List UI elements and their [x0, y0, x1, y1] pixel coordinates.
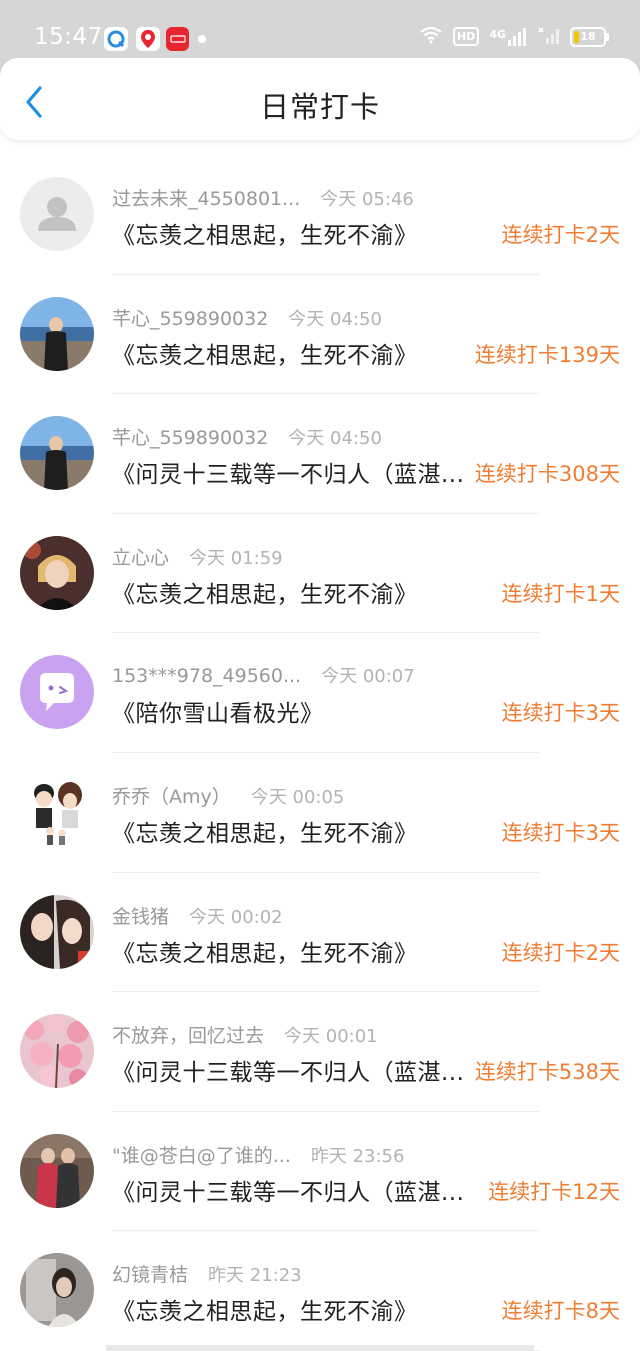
- streak-label: 连续打卡12天: [488, 1179, 620, 1204]
- list-item[interactable]: 过去未来_4550801... 今天 05:46 《忘羡之相思起，生死不渝》 连…: [0, 155, 640, 275]
- list-item[interactable]: "谁@苍白@了谁的... 昨天 23:56 《问灵十三载等一不归人（蓝湛... …: [0, 1112, 640, 1232]
- signal-weak-icon: [538, 26, 560, 47]
- map-app-icon: [136, 27, 160, 51]
- avatar: [20, 296, 94, 371]
- battery-level: 18: [580, 30, 596, 43]
- checkin-time: 今天 04:50: [288, 428, 382, 450]
- streak-label: 连续打卡3天: [501, 701, 620, 726]
- network-label: 4G: [489, 27, 506, 41]
- user-name[interactable]: 金钱猪: [112, 902, 169, 929]
- chat-bubble-icon: [40, 673, 74, 712]
- cartoon-couple: [34, 781, 82, 845]
- photo-mother-child: [20, 1133, 94, 1208]
- list-item[interactable]: 立心心 今天 01:59 《忘羡之相思起，生死不渝》 连续打卡1天: [0, 514, 640, 634]
- wifi-icon: [419, 26, 443, 47]
- photo-woman-portrait: [20, 535, 94, 610]
- book-title[interactable]: 《问灵十三载等一不归人（蓝湛...: [112, 1053, 472, 1087]
- streak-label: 连续打卡139天: [474, 342, 620, 367]
- item-meta: 芊心_559890032 今天 04:50: [112, 423, 382, 450]
- list-item[interactable]: 芊心_559890032 今天 04:50 《问灵十三载等一不归人（蓝湛... …: [0, 394, 640, 514]
- checkin-time: 今天 00:01: [284, 1026, 378, 1048]
- user-name[interactable]: 芊心_559890032: [112, 423, 268, 450]
- user-name[interactable]: 过去未来_4550801...: [112, 184, 300, 211]
- avatar: [20, 774, 94, 849]
- item-meta: 金钱猪 今天 00:02: [112, 902, 283, 929]
- item-meta: 过去未来_4550801... 今天 05:46: [112, 184, 414, 211]
- user-name[interactable]: 不放弃，回忆过去: [112, 1021, 264, 1048]
- book-title[interactable]: 《问灵十三载等一不归人（蓝湛...: [112, 455, 472, 489]
- checkin-time: 今天 01:59: [189, 547, 283, 569]
- book-title[interactable]: 《忘羡之相思起，生死不渝》: [112, 216, 472, 250]
- streak-label: 连续打卡308天: [474, 462, 620, 487]
- streak-label: 连续打卡8天: [501, 1299, 620, 1324]
- avatar: [20, 1253, 94, 1328]
- list-item[interactable]: 金钱猪 今天 00:02 《忘羡之相思起，生死不渝》 连续打卡2天: [0, 873, 640, 993]
- book-title[interactable]: 《忘羡之相思起，生死不渝》: [112, 575, 472, 609]
- avatar: [20, 655, 94, 730]
- avatar: [20, 1014, 94, 1089]
- checkin-time: 今天 00:02: [189, 906, 283, 928]
- list-item[interactable]: 芊心_559890032 今天 04:50 《忘羡之相思起，生死不渝》 连续打卡…: [0, 275, 640, 395]
- checkin-time: 昨天 21:23: [208, 1265, 302, 1287]
- item-meta: 乔乔（Amy） 今天 00:05: [112, 782, 344, 809]
- item-meta: 幻镜青桔 昨天 21:23: [112, 1260, 302, 1287]
- item-meta: "谁@苍白@了谁的... 昨天 23:56: [112, 1141, 404, 1168]
- item-meta: 芊心_559890032 今天 04:50: [112, 304, 382, 331]
- avatar: [20, 1133, 94, 1208]
- user-name[interactable]: 芊心_559890032: [112, 304, 268, 331]
- book-title[interactable]: 《陪你雪山看极光》: [112, 694, 472, 728]
- user-name[interactable]: 153***978_49560...: [112, 665, 301, 687]
- book-title[interactable]: 《问灵十三载等一不归人（蓝湛...: [112, 1173, 472, 1207]
- user-name[interactable]: 乔乔（Amy）: [112, 782, 231, 809]
- checkin-time: 今天 04:50: [288, 308, 382, 330]
- checkin-time: 今天 00:07: [321, 666, 415, 688]
- checkin-list: 过去未来_4550801... 今天 05:46 《忘羡之相思起，生死不渝》 连…: [0, 155, 640, 1351]
- streak-label: 连续打卡3天: [501, 820, 620, 845]
- item-meta: 立心心 今天 01:59: [112, 543, 283, 570]
- red-app-icon: [166, 27, 189, 51]
- list-item[interactable]: 不放弃，回忆过去 今天 00:01 《问灵十三载等一不归人（蓝湛... 连续打卡…: [0, 992, 640, 1112]
- photo-mirror-selfie: [20, 1253, 94, 1328]
- checkin-time: 今天 05:46: [320, 189, 414, 210]
- photo-person-seaside: [20, 416, 94, 491]
- user-name[interactable]: "谁@苍白@了谁的...: [112, 1141, 291, 1168]
- photo-two-women: [20, 894, 94, 969]
- book-title[interactable]: 《忘羡之相思起，生死不渝》: [112, 336, 472, 370]
- book-title[interactable]: 《忘羡之相思起，生死不渝》: [112, 934, 472, 968]
- photo-person-seaside: [20, 296, 94, 371]
- list-item[interactable]: 153***978_49560... 今天 00:07 《陪你雪山看极光》 连续…: [0, 633, 640, 753]
- list-item[interactable]: 幻镜青桔 昨天 21:23 《忘羡之相思起，生死不渝》 连续打卡8天: [0, 1231, 640, 1351]
- signal-4g-icon: 4G: [489, 27, 528, 46]
- streak-label: 连续打卡2天: [501, 940, 620, 965]
- checkin-time: 昨天 23:56: [310, 1145, 405, 1167]
- hd-badge: HD: [452, 27, 480, 46]
- item-meta: 不放弃，回忆过去 今天 00:01: [112, 1021, 378, 1048]
- default-user-icon: [38, 197, 76, 231]
- book-title[interactable]: 《忘羡之相思起，生死不渝》: [112, 814, 472, 848]
- streak-label: 连续打卡1天: [501, 581, 620, 606]
- page-title: 日常打卡: [259, 90, 380, 124]
- avatar: [20, 894, 94, 969]
- user-name[interactable]: 幻镜青桔: [112, 1260, 188, 1287]
- list-item[interactable]: 乔乔（Amy） 今天 00:05 《忘羡之相思起，生死不渝》 连续打卡3天: [0, 753, 640, 873]
- avatar: [20, 177, 94, 251]
- item-meta: 153***978_49560... 今天 00:07: [112, 662, 415, 688]
- streak-label: 连续打卡538天: [474, 1060, 620, 1085]
- battery-icon: 18: [570, 26, 609, 47]
- status-time: 15:47: [34, 24, 103, 50]
- header-bar: 日常打卡: [0, 58, 640, 140]
- notification-dot: [198, 35, 206, 43]
- user-name[interactable]: 立心心: [112, 543, 169, 570]
- avatar: [20, 416, 94, 491]
- photo-pink-blossoms: [20, 1014, 94, 1089]
- browser-app-icon: [104, 27, 128, 51]
- avatar: [20, 535, 94, 610]
- scroll-indicator: [106, 1345, 534, 1351]
- book-title[interactable]: 《忘羡之相思起，生死不渝》: [112, 1292, 472, 1326]
- checkin-time: 今天 00:05: [250, 786, 345, 808]
- streak-label: 连续打卡2天: [501, 223, 620, 247]
